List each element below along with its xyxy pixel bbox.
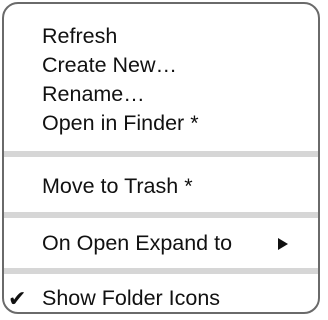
menu-item-create-new[interactable]: Create New… [4, 51, 318, 80]
triangle-right-icon [278, 238, 288, 250]
menu-item-label: Show Folder Icons [42, 286, 221, 310]
menu-item-label: Move to Trash * [42, 174, 193, 198]
context-menu: Refresh Create New… Rename… Open in Find… [2, 2, 320, 314]
menu-item-rename[interactable]: Rename… [4, 80, 318, 109]
menu-item-label: Refresh [42, 24, 118, 48]
menu-item-on-open-expand-to[interactable]: On Open Expand to [4, 229, 318, 258]
menu-item-open-in-finder[interactable]: Open in Finder * [4, 109, 318, 138]
menu-item-label: Open in Finder * [42, 111, 199, 135]
menu-separator [4, 212, 318, 218]
menu-item-show-folder-icons[interactable]: ✔ Show Folder Icons [4, 284, 318, 312]
menu-item-label: Rename… [42, 82, 145, 106]
menu-item-label: On Open Expand to [42, 231, 233, 255]
menu-item-refresh[interactable]: Refresh [4, 22, 318, 51]
menu-separator [4, 151, 318, 157]
menu-item-move-to-trash[interactable]: Move to Trash * [4, 172, 318, 201]
checkmark-icon: ✔ [8, 286, 27, 311]
menu-item-label: Create New… [42, 53, 178, 77]
menu-separator [4, 268, 318, 274]
